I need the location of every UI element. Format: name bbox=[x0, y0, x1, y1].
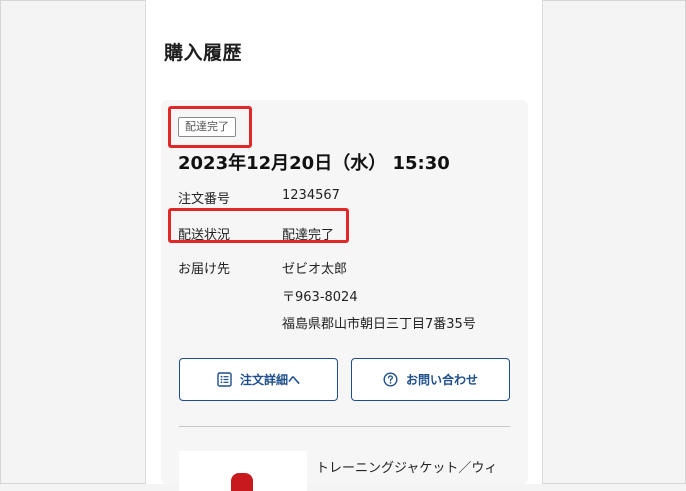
product-thumbnail[interactable] bbox=[179, 451, 307, 491]
order-card: 配達完了 2023年12月20日（水） 15:30 注文番号 1234567 配… bbox=[161, 100, 528, 491]
status-badge-highlight bbox=[168, 106, 252, 148]
divider bbox=[179, 426, 510, 427]
recipient-name: ゼビオ太郎 bbox=[282, 262, 348, 277]
order-number-label: 注文番号 bbox=[178, 192, 231, 207]
recipient-label: お届け先 bbox=[178, 262, 231, 277]
purchase-history-page: 購入履歴 配達完了 2023年12月20日（水） 15:30 注文番号 1234… bbox=[145, 0, 543, 491]
inquiry-button[interactable]: お問い合わせ bbox=[351, 358, 510, 401]
product-image bbox=[231, 473, 253, 491]
order-number-value: 1234567 bbox=[282, 188, 340, 203]
order-detail-button[interactable]: 注文詳細へ bbox=[179, 358, 338, 401]
order-detail-label: 注文詳細へ bbox=[239, 373, 300, 387]
order-datetime: 2023年12月20日（水） 15:30 bbox=[178, 153, 450, 174]
question-circle-icon bbox=[383, 372, 398, 387]
postal-code: 〒963-8024 bbox=[282, 290, 358, 305]
list-icon bbox=[217, 372, 232, 387]
page-title: 購入履歴 bbox=[164, 42, 243, 64]
inquiry-label: お問い合わせ bbox=[405, 373, 478, 387]
shipping-status-highlight bbox=[168, 208, 349, 243]
address: 福島県郡山市朝日三丁目7番35号 bbox=[282, 317, 476, 332]
product-name[interactable]: トレーニングジャケット／ウィ bbox=[316, 457, 497, 476]
